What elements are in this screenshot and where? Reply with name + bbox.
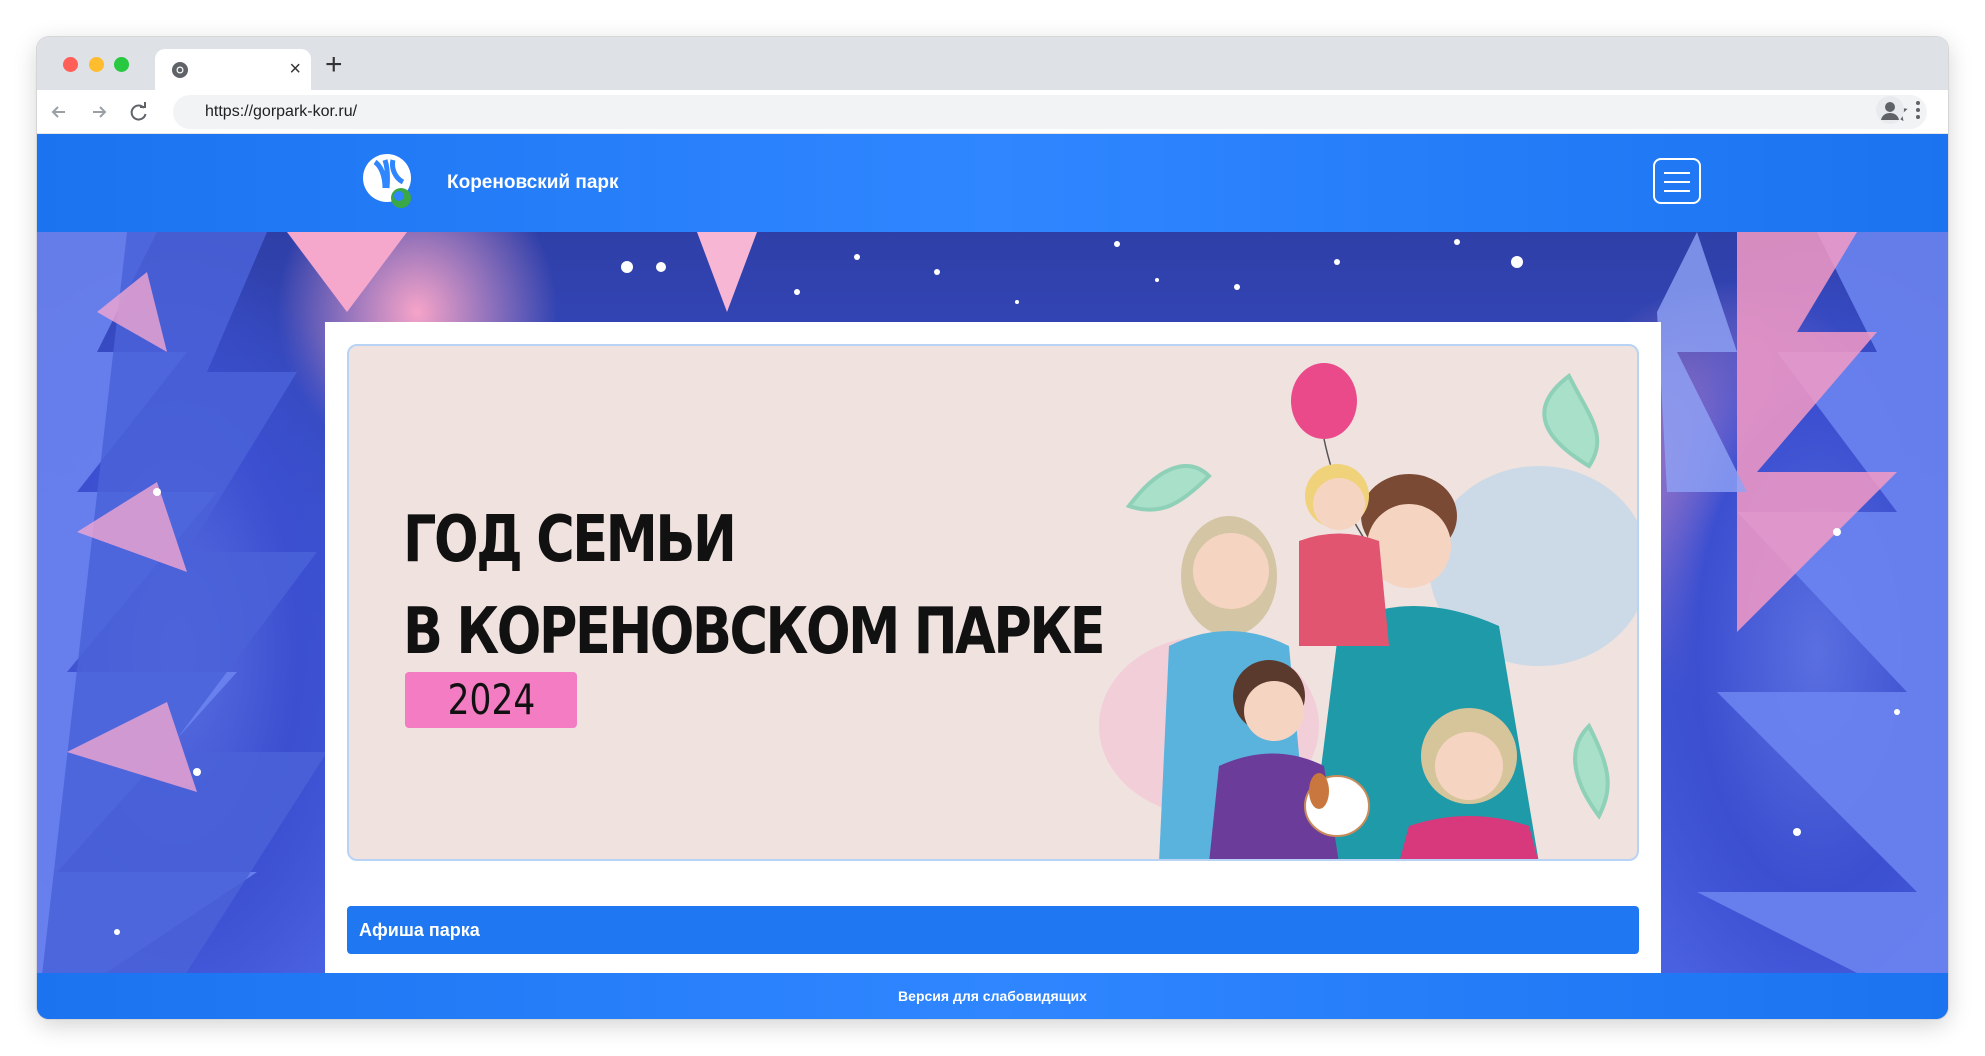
url-text[interactable]: https://gorpark-kor.ru/: [205, 103, 357, 121]
reload-icon[interactable]: [125, 98, 153, 126]
page-viewport: Кореновский парк ГОД СЕМЬИ В КОРЕНОВСКОМ…: [37, 134, 1948, 1019]
site-header: Кореновский парк: [37, 134, 1948, 232]
park-logo-icon[interactable]: [359, 148, 417, 212]
forward-arrow-icon[interactable]: [85, 98, 113, 126]
site-title[interactable]: Кореновский парк: [447, 172, 619, 194]
close-window-button[interactable]: [63, 57, 78, 72]
year-of-family-banner[interactable]: ГОД СЕМЬИ В КОРЕНОВСКОМ ПАРКЕ 2024: [347, 344, 1639, 861]
kebab-menu-icon[interactable]: [1906, 98, 1930, 122]
banner-year-badge: 2024: [405, 672, 577, 728]
chrome-icon: [172, 62, 188, 78]
park-events-button[interactable]: Афиша парка: [347, 906, 1639, 954]
minimize-window-button[interactable]: [89, 57, 104, 72]
close-tab-icon[interactable]: ×: [289, 58, 301, 80]
hamburger-menu-icon[interactable]: [1653, 158, 1701, 204]
browser-tab[interactable]: ×: [155, 49, 311, 90]
new-tab-button[interactable]: +: [325, 49, 343, 81]
tab-strip: × +: [37, 37, 1948, 90]
browser-window: × + https://gorpark-kor.ru/ Кореновский …: [37, 37, 1948, 1019]
address-bar[interactable]: https://gorpark-kor.ru/: [173, 95, 1927, 129]
banner-title-line-2: В КОРЕНОВСКОМ ПАРКЕ: [403, 595, 1106, 669]
accessibility-version-link[interactable]: Версия для слабовидящих: [898, 988, 1087, 1004]
banner-title: ГОД СЕМЬИ В КОРЕНОВСКОМ ПАРКЕ: [403, 494, 1106, 678]
content-card: ГОД СЕМЬИ В КОРЕНОВСКОМ ПАРКЕ 2024 Афиша…: [325, 322, 1661, 1019]
banner-title-line-1: ГОД СЕМЬИ: [403, 503, 737, 577]
family-illustration: [1099, 363, 1637, 859]
profile-icon[interactable]: [1876, 96, 1904, 124]
accessibility-version-bar[interactable]: Версия для слабовидящих: [37, 973, 1948, 1019]
maximize-window-button[interactable]: [114, 57, 129, 72]
park-events-label: Афиша парка: [359, 920, 480, 940]
back-arrow-icon[interactable]: [45, 98, 73, 126]
browser-toolbar: https://gorpark-kor.ru/: [37, 90, 1948, 134]
